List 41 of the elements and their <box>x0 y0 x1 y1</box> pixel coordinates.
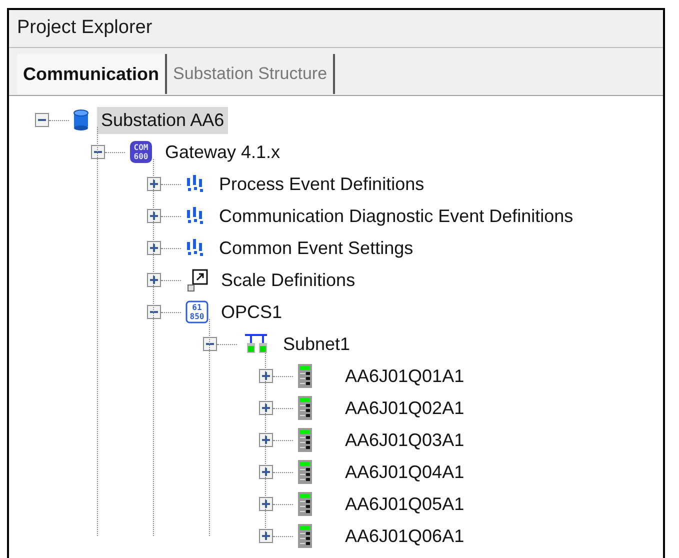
panel-title: Project Explorer <box>17 16 152 40</box>
device-icon <box>297 363 313 389</box>
collapse-toggle[interactable] <box>203 337 217 351</box>
tree-item[interactable]: AA6J01Q04A1 <box>341 458 468 486</box>
tab[interactable]: Communication <box>17 54 168 94</box>
expand-toggle[interactable] <box>259 529 273 543</box>
device-icon <box>297 523 313 549</box>
tree-item[interactable]: AA6J01Q01A1 <box>341 362 468 390</box>
tree-item[interactable]: AA6J01Q05A1 <box>341 490 468 518</box>
device-icon <box>297 395 313 421</box>
tree-item[interactable]: AA6J01Q06A1 <box>341 522 468 550</box>
expand-toggle[interactable] <box>147 273 161 287</box>
tree-item[interactable]: AA6J01Q02A1 <box>341 394 468 422</box>
tree-item[interactable]: Gateway 4.1.x <box>161 138 284 166</box>
collapse-toggle[interactable] <box>91 145 105 159</box>
tree-item[interactable]: AA6J01Q03A1 <box>341 426 468 454</box>
tree-item[interactable]: Process Event Definitions <box>215 170 428 198</box>
tree-item[interactable]: Subnet1 <box>279 330 354 358</box>
expand-toggle[interactable] <box>147 177 161 191</box>
server-badge-icon: COM 600 <box>129 140 153 164</box>
expand-toggle[interactable] <box>259 465 273 479</box>
database-icon <box>73 109 89 131</box>
collapse-toggle[interactable] <box>147 305 161 319</box>
protocol-badge-icon: 61 850 <box>185 300 209 324</box>
tab[interactable]: Substation Structure <box>167 54 336 94</box>
tree-item[interactable]: Substation AA6 <box>97 106 228 134</box>
scale-icon <box>185 268 209 292</box>
collapse-toggle[interactable] <box>35 113 49 127</box>
tree-item[interactable]: Communication Diagnostic Event Definitions <box>215 202 578 230</box>
device-icon <box>297 491 313 517</box>
expand-toggle[interactable] <box>259 433 273 447</box>
tree-item[interactable]: Scale Definitions <box>217 266 360 294</box>
tree-item[interactable]: Common Event Settings <box>215 234 418 262</box>
expand-toggle[interactable] <box>259 401 273 415</box>
expand-toggle[interactable] <box>259 369 273 383</box>
expand-toggle[interactable] <box>147 209 161 223</box>
device-icon <box>297 459 313 485</box>
device-icon <box>297 427 313 453</box>
expand-toggle[interactable] <box>259 497 273 511</box>
tree-item[interactable]: OPCS1 <box>217 298 286 326</box>
expand-toggle[interactable] <box>147 241 161 255</box>
